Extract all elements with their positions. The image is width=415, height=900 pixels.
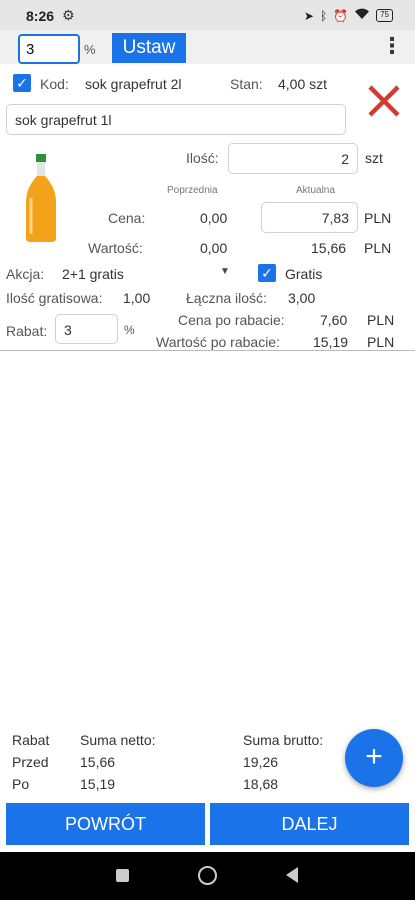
more-menu-icon[interactable]: ⋮ — [381, 35, 403, 57]
price-label: Cena: — [108, 210, 146, 226]
alarm-icon: ⏰ — [333, 8, 349, 23]
stock-label: Stan: — [230, 76, 263, 92]
value-previous: 0,00 — [200, 240, 228, 256]
summary-discount-header: Rabat — [12, 732, 50, 748]
price-previous: 0,00 — [200, 210, 228, 226]
discounted-price-value: 7,60 — [320, 312, 348, 328]
summary-after-gross: 18,68 — [243, 776, 279, 792]
discounted-value-label: Wartość po rabacie: — [156, 334, 280, 350]
value-label: Wartość: — [88, 240, 143, 256]
battery-icon: 75 — [376, 9, 393, 22]
summary-before-label: Przed — [12, 754, 49, 770]
product-name-field[interactable]: sok grapefrut 1l — [6, 104, 346, 135]
discounted-price-currency: PLN — [367, 312, 395, 328]
code-value: sok grapefrut 2l — [85, 76, 182, 92]
close-icon[interactable] — [366, 83, 402, 119]
promo-value: 2+1 gratis — [62, 266, 124, 282]
status-bar: 8:26 ⚙ ➤ ᛒ ⏰ 75 — [0, 0, 415, 30]
quantity-unit: szt — [365, 150, 383, 166]
summary-after-net: 15,19 — [80, 776, 116, 792]
back-button[interactable]: POWRÓT — [6, 803, 205, 845]
total-qty-value: 3,00 — [288, 290, 316, 306]
discounted-price-label: Cena po rabacie: — [178, 312, 285, 328]
gratis-label: Gratis — [285, 266, 323, 282]
bluetooth-icon: ᛒ — [319, 8, 328, 23]
back-nav-icon[interactable] — [286, 867, 298, 883]
summary-after-label: Po — [12, 776, 30, 792]
free-qty-label: Ilość gratisowa: — [6, 290, 103, 306]
toolbar: % Ustaw ⋮ — [0, 30, 415, 64]
summary-before-gross: 19,26 — [243, 754, 279, 770]
quantity-label: Ilość: — [186, 150, 219, 166]
discounted-value-currency: PLN — [367, 334, 395, 350]
dropdown-arrow-icon: ▼ — [220, 266, 230, 277]
promo-label: Akcja: — [6, 266, 45, 282]
add-button[interactable]: + — [345, 729, 403, 787]
divider — [0, 350, 415, 351]
stock-value: 4,00 szt — [278, 76, 328, 92]
home-icon[interactable] — [198, 866, 217, 885]
location-icon: ➤ — [303, 8, 314, 23]
discount-input[interactable]: 3 — [55, 314, 118, 344]
price-input[interactable]: 7,83 — [261, 202, 358, 233]
next-button[interactable]: DALEJ — [210, 803, 409, 845]
percent-sign: % — [84, 42, 96, 57]
product-image — [26, 154, 56, 242]
recents-icon[interactable] — [116, 869, 129, 882]
previous-header: Poprzednia — [167, 185, 218, 196]
code-checkbox[interactable]: ✓ — [13, 74, 31, 92]
percent-input[interactable] — [18, 34, 80, 64]
set-button[interactable]: Ustaw — [112, 33, 186, 63]
discount-label: Rabat: — [6, 323, 48, 339]
total-qty-label: Łączna ilość: — [186, 290, 267, 306]
promo-select[interactable]: 2+1 gratis ▼ — [60, 262, 238, 284]
value-currency: PLN — [364, 240, 392, 256]
gratis-checkbox[interactable]: ✓ — [258, 264, 276, 282]
price-currency: PLN — [364, 210, 392, 226]
wifi-icon — [354, 8, 370, 23]
status-time: 8:26 — [26, 8, 55, 24]
settings-status-icon: ⚙ — [62, 7, 75, 23]
value-current: 15,66 — [311, 240, 347, 256]
summary-before-net: 15,66 — [80, 754, 116, 770]
free-qty-value: 1,00 — [123, 290, 151, 306]
quantity-input[interactable]: 2 — [228, 143, 358, 174]
code-label: Kod: — [40, 76, 69, 92]
discount-percent-sign: % — [124, 323, 135, 337]
navigation-bar — [0, 852, 415, 900]
summary-net-header: Suma netto: — [80, 732, 156, 748]
discounted-value-value: 15,19 — [313, 334, 349, 350]
summary-gross-header: Suma brutto: — [243, 732, 324, 748]
status-icons: ➤ ᛒ ⏰ 75 — [304, 8, 393, 23]
current-header: Aktualna — [296, 185, 335, 196]
